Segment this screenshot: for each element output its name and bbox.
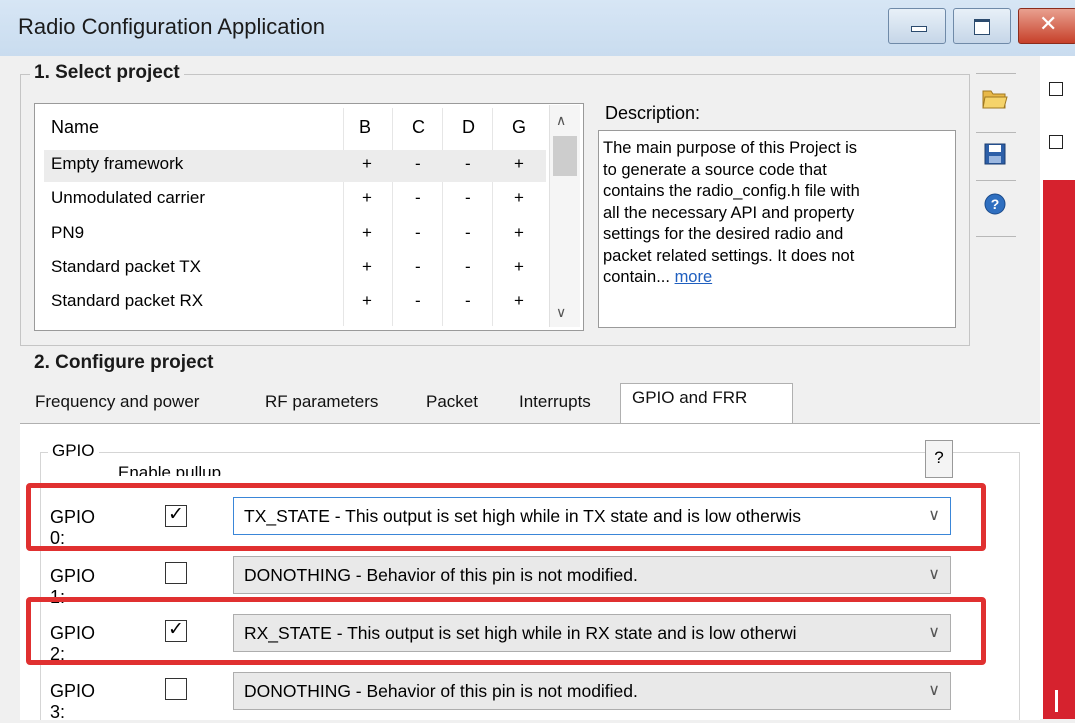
scroll-down-icon[interactable]: ∨	[556, 304, 566, 321]
table-cell-d: -	[465, 291, 471, 310]
configure-project-legend: 2. Configure project	[30, 352, 218, 374]
table-cell-name[interactable]: Unmodulated carrier	[51, 188, 205, 208]
toolbar-divider	[976, 236, 1016, 237]
table-cell-g: +	[514, 188, 524, 207]
scroll-up-icon[interactable]: ∧	[556, 112, 566, 129]
description-line: all the necessary API and property	[603, 203, 855, 222]
side-scroll-grip[interactable]	[1055, 690, 1058, 712]
table-cell-b: +	[362, 223, 372, 242]
close-icon: ✕	[1039, 11, 1058, 36]
table-cell-name[interactable]: Standard packet RX	[51, 291, 203, 311]
table-cell-b: +	[362, 188, 372, 207]
window-title: Radio Configuration Application	[18, 14, 325, 39]
description-line: settings for the desired radio and	[603, 225, 844, 243]
highlight-box	[26, 597, 986, 665]
table-cell-b: +	[362, 154, 372, 173]
open-folder-icon[interactable]	[981, 84, 1009, 112]
description-text: The main purpose of this Project is to g…	[603, 138, 951, 289]
toolbar-divider	[976, 73, 1016, 74]
table-cell-c: -	[415, 291, 421, 310]
gpio-3-label: GPIO 3:	[50, 681, 96, 722]
table-cell-g: +	[514, 257, 524, 276]
close-button[interactable]: ✕	[1018, 8, 1075, 44]
table-cell-c: -	[415, 154, 421, 173]
gpio-1-pullup-checkbox[interactable]	[165, 562, 187, 584]
table-cell-name[interactable]: Standard packet TX	[51, 257, 201, 277]
gpio-3-value: DONOTHING - Behavior of this pin is not …	[244, 681, 638, 701]
description-label: Description:	[605, 103, 701, 123]
toolbar-divider	[976, 132, 1016, 133]
table-cell-c: -	[415, 257, 421, 276]
highlight-box	[26, 483, 986, 551]
table-cell-b: +	[362, 291, 372, 310]
gpio-1-select[interactable]: DONOTHING - Behavior of this pin is not …	[233, 556, 951, 594]
column-header-g[interactable]: G	[512, 117, 526, 138]
description-line: contain... more	[603, 267, 951, 289]
description-line: The main purpose of this Project is	[603, 139, 858, 157]
help-icon[interactable]: ?	[981, 190, 1009, 218]
description-truncated: contain...	[603, 268, 670, 286]
column-header-d[interactable]: D	[462, 117, 475, 138]
table-cell-c: -	[415, 188, 421, 207]
side-checkbox[interactable]	[1049, 135, 1063, 149]
toolbar-divider	[976, 180, 1016, 181]
gpio-legend: GPIO	[48, 441, 99, 461]
description-line: contains the radio_config.h file with	[603, 182, 860, 200]
help-button[interactable]: ?	[925, 440, 953, 478]
gpio-1-value: DONOTHING - Behavior of this pin is not …	[244, 565, 638, 585]
table-cell-g: +	[514, 291, 524, 310]
gpio-3-pullup-checkbox[interactable]	[165, 678, 187, 700]
minimize-button[interactable]	[888, 8, 946, 44]
table-cell-d: -	[465, 223, 471, 242]
table-cell-d: -	[465, 257, 471, 276]
table-cell-b: +	[362, 257, 372, 276]
table-body: Empty framework + - - + Unmodulated carr…	[44, 150, 546, 322]
tab-frequency-and-power[interactable]: Frequency and power	[35, 392, 199, 412]
table-cell-d: -	[465, 154, 471, 173]
tab-interrupts[interactable]: Interrupts	[519, 392, 591, 412]
column-header-b[interactable]: B	[359, 117, 371, 138]
maximize-button[interactable]	[953, 8, 1011, 44]
select-project-legend: 1. Select project	[30, 62, 184, 84]
chevron-down-icon: ∨	[928, 566, 940, 583]
table-cell-c: -	[415, 223, 421, 242]
tab-rf-parameters[interactable]: RF parameters	[265, 392, 378, 412]
table-cell-name[interactable]: PN9	[51, 223, 84, 243]
side-checkbox[interactable]	[1049, 82, 1063, 96]
table-cell-name: Empty framework	[51, 154, 184, 173]
side-accent-bar	[1043, 180, 1075, 719]
table-cell-d: -	[465, 188, 471, 207]
more-link[interactable]: more	[675, 268, 713, 286]
minimize-icon	[911, 26, 927, 32]
svg-text:?: ?	[991, 196, 1000, 212]
save-icon[interactable]	[981, 140, 1009, 168]
tab-gpio-and-frr[interactable]: GPIO and FRR	[632, 388, 747, 408]
table-cell-g: +	[514, 223, 524, 242]
gpio-3-select[interactable]: DONOTHING - Behavior of this pin is not …	[233, 672, 951, 710]
description-line: packet related settings. It does not	[603, 246, 855, 265]
maximize-icon	[974, 19, 990, 35]
chevron-down-icon: ∨	[928, 682, 940, 699]
scrollbar-thumb[interactable]	[553, 136, 577, 176]
enable-pullup-label: Enable pullup	[118, 463, 222, 476]
tab-packet[interactable]: Packet	[426, 392, 478, 412]
description-line: to generate a source code that	[603, 160, 827, 179]
table-cell-g: +	[514, 154, 524, 173]
column-header-name[interactable]: Name	[51, 117, 99, 138]
column-header-c[interactable]: C	[412, 117, 425, 138]
